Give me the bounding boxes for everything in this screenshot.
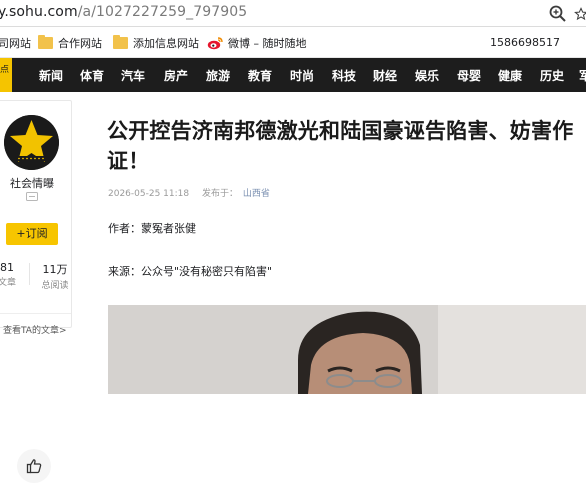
bookmark-folder-partners[interactable]: 合作网站: [38, 35, 102, 51]
weibo-icon: [207, 37, 223, 50]
url-host: y.sohu.com: [0, 4, 78, 20]
nav-item-news[interactable]: 新闻: [39, 67, 63, 84]
bookmarks-bar: 司网站 合作网站 添加信息网站 微博 – 随时随地 1586698517: [0, 28, 586, 58]
view-author-articles-link[interactable]: 查看TA的文章>: [3, 323, 67, 336]
nav-item-finance[interactable]: 财经: [373, 67, 397, 84]
nav-item-education[interactable]: 教育: [248, 67, 272, 84]
stat-label: 总阅读: [41, 281, 69, 291]
subscribe-button[interactable]: +订阅: [6, 223, 58, 245]
nav-item-tech[interactable]: 科技: [332, 67, 356, 84]
stat-divider: [29, 263, 30, 285]
publish-source-label: 发布于：: [201, 189, 238, 199]
thumbs-up-icon: [26, 459, 42, 474]
bookmark-item-company[interactable]: 司网站: [0, 35, 31, 51]
avatar[interactable]: [4, 115, 59, 170]
folder-icon: [113, 35, 128, 49]
article-photo: [108, 305, 586, 394]
article-author-line: 作者：蒙冤者张健: [108, 222, 196, 235]
zoom-icon[interactable]: [548, 4, 568, 24]
bookmark-label: 微博 – 随时随地: [228, 37, 307, 50]
address-bar[interactable]: y.sohu.com/a/1027227259_797905: [0, 0, 586, 27]
article-source-line: 来源：公众号"没有秘密只有陷害": [108, 265, 273, 278]
channel-nav: 点 新闻 体育 汽车 房产 旅游 教育 时尚 科技 财经 娱乐 母婴 健康 历史…: [0, 58, 586, 92]
bookmark-label: 添加信息网站: [133, 37, 199, 50]
nav-item-parenting[interactable]: 母婴: [457, 67, 481, 84]
article-meta: 2026-05-25 11:18 发布于： 山西省: [108, 186, 280, 199]
card-divider: [0, 313, 71, 314]
nav-item-entertainment[interactable]: 娱乐: [415, 67, 439, 84]
star-avatar-icon: [4, 115, 59, 170]
author-name[interactable]: 社会情曝: [0, 175, 67, 191]
nav-item-history[interactable]: 历史: [540, 67, 564, 84]
article-title: 公开控告济南邦德激光和陆国豪诬告陷害、妨害作证！: [107, 119, 574, 173]
nav-item-realestate[interactable]: 房产: [164, 67, 188, 84]
nav-item-military[interactable]: 军: [579, 67, 586, 84]
bookmark-folder-add-info[interactable]: 添加信息网站: [113, 35, 199, 51]
bookmark-label: 司网站: [0, 37, 31, 50]
like-button[interactable]: [17, 449, 51, 483]
author-sidebar: 社会情曝 +订阅 81 文章 11万 总阅读 查看TA的文章>: [0, 92, 80, 483]
url-path: /a/1027227259_797905: [77, 4, 248, 20]
portrait-image: [108, 305, 586, 394]
bookmark-weibo[interactable]: 微博 – 随时随地: [207, 35, 311, 51]
nav-item-auto[interactable]: 汽车: [121, 67, 145, 84]
stat-articles: 81 文章: [0, 261, 19, 288]
sohu-logo-text: 点: [0, 65, 10, 75]
stat-value: 81: [0, 261, 14, 274]
stat-label: 文章: [0, 278, 16, 288]
sohu-logo[interactable]: [0, 58, 12, 92]
nav-item-sports[interactable]: 体育: [80, 67, 104, 84]
author-badge-icon: [26, 192, 38, 201]
nav-item-travel[interactable]: 旅游: [206, 67, 230, 84]
url-text[interactable]: y.sohu.com/a/1027227259_797905: [0, 4, 247, 20]
bookmark-star-icon[interactable]: [574, 4, 586, 24]
bookmark-phone-number[interactable]: 1586698517: [490, 36, 560, 49]
folder-icon: [38, 35, 53, 49]
nav-item-health[interactable]: 健康: [498, 67, 522, 84]
stat-reads: 11万 总阅读: [36, 261, 74, 291]
stat-value: 11万: [42, 263, 68, 276]
publish-date: 2026-05-25 11:18: [108, 189, 190, 199]
author-card: 社会情曝 +订阅 81 文章 11万 总阅读 查看TA的文章>: [0, 100, 74, 336]
bookmark-label: 合作网站: [58, 37, 102, 50]
nav-item-fashion[interactable]: 时尚: [290, 67, 314, 84]
publish-source[interactable]: 山西省: [243, 189, 270, 199]
